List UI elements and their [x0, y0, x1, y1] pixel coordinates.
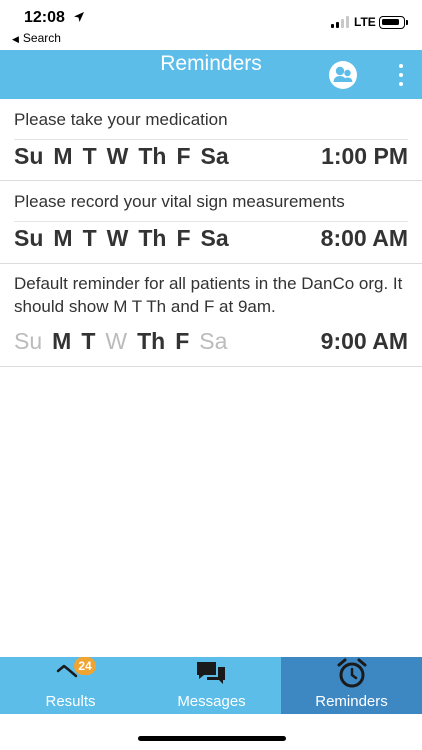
day-monday: M: [53, 225, 73, 251]
reminder-time: 1:00 PM: [321, 143, 408, 169]
reminder-divider: [14, 221, 408, 222]
reminder-time: 9:00 AM: [320, 328, 408, 354]
day-thursday: Th: [138, 225, 167, 251]
results-badge: 24: [74, 657, 96, 675]
reminder-days: Su M T W Th F Sa: [14, 328, 237, 355]
reminder-days: Su M T W Th F Sa: [14, 143, 239, 170]
tab-messages[interactable]: Messages: [141, 657, 282, 714]
app-header: Reminders: [0, 50, 422, 99]
reminder-text: Default reminder for all patients in the…: [14, 274, 403, 316]
battery-icon: [379, 16, 408, 29]
day-saturday: Sa: [200, 225, 229, 251]
reminder-text: Please record your vital sign measuremen…: [14, 192, 345, 211]
home-indicator: [138, 736, 286, 741]
reminder-time: 8:00 AM: [320, 225, 408, 251]
status-time: 12:08: [24, 9, 65, 26]
day-sunday: Su: [14, 225, 44, 251]
day-tuesday: T: [82, 225, 97, 251]
reminder-text: Please take your medication: [14, 110, 228, 129]
day-thursday: Th: [138, 143, 167, 169]
tab-messages-label: Messages: [177, 693, 246, 710]
network-type: LTE: [354, 15, 376, 29]
alarm-clock-icon: [337, 658, 367, 688]
day-saturday: Sa: [200, 143, 229, 169]
back-label: Search: [22, 31, 61, 45]
day-monday: M: [53, 143, 73, 169]
day-wednesday: W: [105, 328, 128, 354]
tab-reminders[interactable]: Reminders: [281, 657, 422, 714]
day-wednesday: W: [106, 143, 129, 169]
bottom-tab-bar: 24 Results Messages Reminders: [0, 657, 422, 714]
day-sunday: Su: [14, 328, 43, 354]
chat-bubbles-icon: [197, 662, 225, 684]
tab-reminders-label: Reminders: [315, 693, 388, 710]
reminder-divider: [14, 139, 408, 140]
more-options-icon[interactable]: [398, 64, 404, 86]
reminder-item[interactable]: Please record your vital sign measuremen…: [0, 181, 422, 264]
day-tuesday: T: [82, 143, 97, 169]
back-to-search-link[interactable]: ◀ Search: [12, 31, 61, 45]
day-tuesday: T: [81, 328, 96, 354]
reminder-item[interactable]: Please take your medication Su M T W Th F Sa 1…: [0, 99, 422, 181]
reminder-item[interactable]: Default reminder for all patients in the…: [0, 264, 422, 367]
status-bar: 12:08 ◀ Search LTE: [0, 0, 422, 50]
day-friday: F: [176, 143, 191, 169]
day-wednesday: W: [106, 225, 129, 251]
cellular-signal-icon: [331, 16, 351, 28]
day-friday: F: [176, 225, 191, 251]
day-saturday: Sa: [199, 328, 228, 354]
day-friday: F: [175, 328, 190, 354]
reminder-days: Su M T W Th F Sa: [14, 225, 239, 252]
day-sunday: Su: [14, 143, 44, 169]
page-title: Reminders: [160, 52, 262, 75]
tab-results[interactable]: 24 Results: [0, 657, 141, 714]
back-triangle-icon: ◀: [12, 34, 19, 44]
patients-group-icon[interactable]: [329, 61, 357, 89]
tab-results-label: Results: [45, 693, 96, 710]
location-arrow-icon: [74, 12, 84, 22]
day-monday: M: [52, 328, 72, 354]
day-thursday: Th: [137, 328, 166, 354]
